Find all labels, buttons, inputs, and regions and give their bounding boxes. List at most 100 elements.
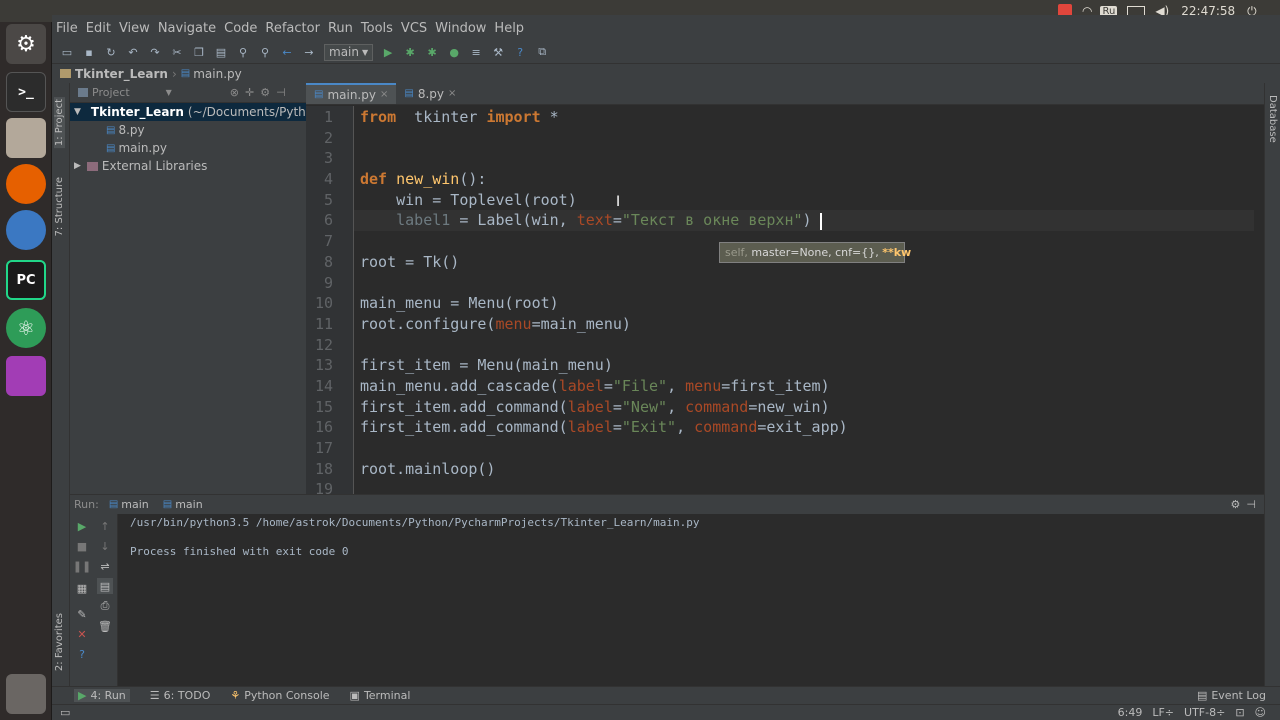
menu-navigate[interactable]: Navigate <box>154 21 220 36</box>
code-line[interactable]: first_item.add_command(label="New", comm… <box>354 397 1254 418</box>
save-icon[interactable]: ▪ <box>81 44 97 60</box>
menu-window[interactable]: Window <box>431 21 490 36</box>
tree-item-mainpy[interactable]: ▤ main.py <box>70 139 306 157</box>
tab-favorites[interactable]: 2: Favorites <box>54 613 65 671</box>
undo-icon[interactable]: ↶ <box>125 44 141 60</box>
tree-item-8py[interactable]: ▤ 8.py <box>70 121 306 139</box>
code-line[interactable] <box>354 479 1254 494</box>
stop-icon[interactable]: ■ <box>74 538 90 554</box>
code-line[interactable]: label1 = Label(win, text="Текст в окне в… <box>354 210 1254 232</box>
code-line[interactable] <box>354 273 1254 294</box>
line-separator[interactable]: LF÷ <box>1152 706 1174 719</box>
copy-icon[interactable]: ❐ <box>191 44 207 60</box>
open-icon[interactable]: ▭ <box>59 44 75 60</box>
forward-icon[interactable]: → <box>301 44 317 60</box>
tab-event-log[interactable]: ▤ Event Log <box>1197 689 1266 702</box>
app-purple-icon[interactable] <box>6 356 46 396</box>
chevron-down-icon[interactable]: ▼ <box>166 88 172 97</box>
run-icon[interactable]: ▶ <box>380 44 396 60</box>
menu-vcs[interactable]: VCS <box>397 21 431 36</box>
layout-icon[interactable]: ▦ <box>74 580 90 596</box>
help-icon[interactable]: ? <box>74 646 90 662</box>
menu-help[interactable]: Help <box>490 21 528 36</box>
run-config-select[interactable]: main ▼ <box>324 43 374 61</box>
inspector-icon[interactable]: ☺ <box>1255 706 1266 719</box>
ubuntu-dash-icon[interactable]: ⚙ <box>6 24 46 64</box>
debug-icon[interactable]: ✱ <box>402 44 418 60</box>
code-line[interactable]: main_menu = Menu(root) <box>354 293 1254 314</box>
trash-icon[interactable] <box>6 674 46 714</box>
tab-run[interactable]: ▶ 4: Run <box>74 689 130 702</box>
replace-icon[interactable]: ⚲ <box>257 44 273 60</box>
tasks-icon[interactable]: ≡ <box>468 44 484 60</box>
thunderbird-icon[interactable] <box>6 210 46 250</box>
tree-root[interactable]: ▼ Tkinter_Learn (~/Documents/Python/ <box>70 103 306 121</box>
back-icon[interactable]: ← <box>279 44 295 60</box>
tab-structure[interactable]: 7: Structure <box>54 177 65 236</box>
gear-icon[interactable]: ⚙ <box>1231 498 1241 511</box>
profile-icon[interactable]: ● <box>446 44 462 60</box>
code-line[interactable] <box>354 335 1254 356</box>
file-encoding[interactable]: UTF-8÷ <box>1184 706 1225 719</box>
hide-icon[interactable]: ⊣ <box>276 86 286 99</box>
menu-refactor[interactable]: Refactor <box>261 21 324 36</box>
down-arrow-icon[interactable]: ↓ <box>97 538 113 554</box>
redo-icon[interactable]: ↷ <box>147 44 163 60</box>
hide-icon[interactable]: ⊣ <box>1246 498 1256 511</box>
menu-run[interactable]: Run <box>324 21 357 36</box>
terminal-icon[interactable]: >_ <box>6 72 46 112</box>
run-tab-main[interactable]: main <box>121 498 148 511</box>
tab-todo[interactable]: ☰ 6: TODO <box>150 689 211 702</box>
cut-icon[interactable]: ✂ <box>169 44 185 60</box>
help-icon[interactable]: ? <box>512 44 528 60</box>
trash-icon[interactable]: 🗑 <box>97 618 113 634</box>
breadcrumb-project[interactable]: Tkinter_Learn <box>75 67 168 81</box>
coverage-icon[interactable]: ✱ <box>424 44 440 60</box>
gear-icon[interactable]: ⚙ <box>260 86 270 99</box>
status-toggle-icon[interactable]: ▭ <box>60 706 70 719</box>
target-icon[interactable]: ✛ <box>245 86 254 99</box>
run-tab-main-2[interactable]: main <box>175 498 202 511</box>
print-icon[interactable]: ⎙ <box>97 598 113 614</box>
menu-view[interactable]: View <box>115 21 154 36</box>
lock-icon[interactable]: ⊡ <box>1235 706 1244 719</box>
up-arrow-icon[interactable]: ↑ <box>97 518 113 534</box>
project-view-select[interactable]: Project <box>92 86 130 99</box>
rerun-icon[interactable]: ▶ <box>74 518 90 534</box>
code-editor[interactable]: from tkinter import * def new_win(): win … <box>354 106 1254 494</box>
menu-edit[interactable]: Edit <box>82 21 115 36</box>
code-line[interactable]: def new_win(): <box>354 169 1254 190</box>
pin-icon[interactable]: ✎ <box>74 606 90 622</box>
paste-icon[interactable]: ▤ <box>213 44 229 60</box>
close-icon[interactable]: × <box>380 89 388 100</box>
menu-tools[interactable]: Tools <box>357 21 397 36</box>
tab-python-console[interactable]: ⚘ Python Console <box>230 689 329 702</box>
close-icon[interactable]: ✕ <box>74 626 90 642</box>
menu-code[interactable]: Code <box>220 21 261 36</box>
tab-8-py[interactable]: ▤ 8.py × <box>396 83 464 104</box>
code-line[interactable]: first_item = Menu(main_menu) <box>354 355 1254 376</box>
atom-icon[interactable]: ⚛ <box>6 308 46 348</box>
sync-icon[interactable]: ↻ <box>103 44 119 60</box>
code-line[interactable] <box>354 128 1254 149</box>
breadcrumb-file[interactable]: main.py <box>193 67 242 81</box>
firefox-icon[interactable] <box>6 164 46 204</box>
code-line[interactable] <box>354 148 1254 169</box>
pause-icon[interactable]: ❚❚ <box>73 558 91 574</box>
code-line[interactable]: main_menu.add_cascade(label="File", menu… <box>354 376 1254 397</box>
caret-position[interactable]: 6:49 <box>1118 706 1143 719</box>
run-console-output[interactable]: /usr/bin/python3.5 /home/astrok/Document… <box>118 514 1264 686</box>
soft-wrap-icon[interactable]: ⇌ <box>97 558 113 574</box>
tab-main-py[interactable]: ▤ main.py × <box>306 83 397 104</box>
plugin-icon[interactable]: ⧉ <box>534 44 550 60</box>
tab-database[interactable]: Database <box>1267 95 1278 143</box>
code-line[interactable]: win = Toplevel(root) <box>354 190 1254 211</box>
menu-file[interactable]: File <box>52 21 82 36</box>
settings-icon[interactable]: ⚒ <box>490 44 506 60</box>
code-line[interactable]: from tkinter import * <box>354 107 1254 128</box>
code-line[interactable]: root.configure(menu=main_menu) <box>354 314 1254 335</box>
tab-terminal[interactable]: ▣ Terminal <box>350 689 411 702</box>
code-line[interactable] <box>354 438 1254 459</box>
collapse-icon[interactable]: ⊗ <box>230 86 239 99</box>
pycharm-icon[interactable]: PC <box>6 260 46 300</box>
